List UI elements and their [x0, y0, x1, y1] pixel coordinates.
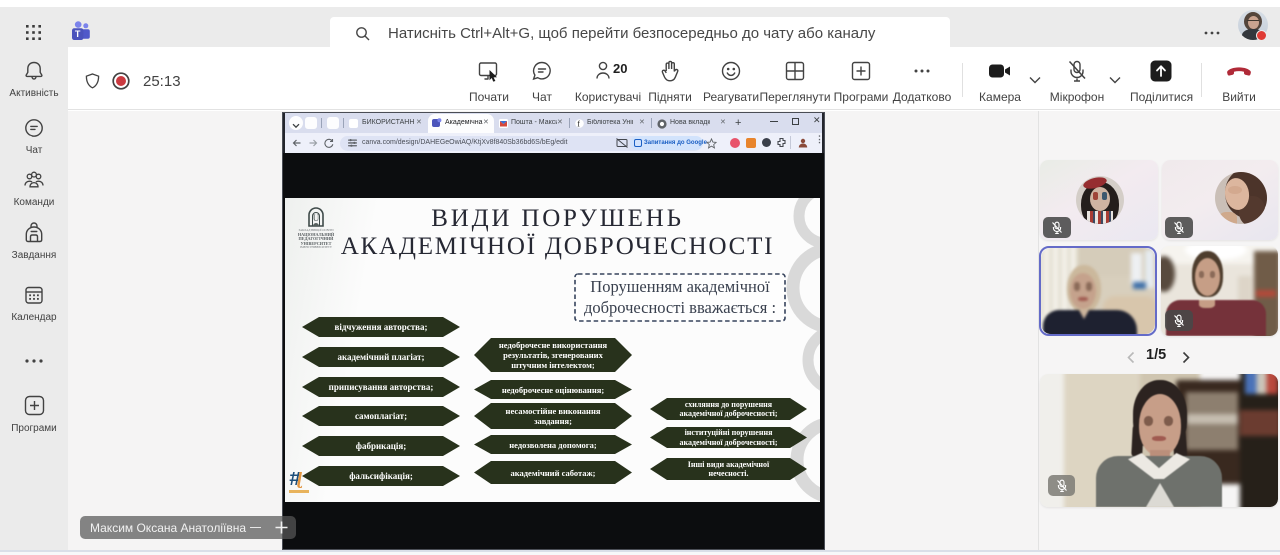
svg-text:f: f [577, 119, 580, 128]
svg-text:20: 20 [613, 61, 627, 76]
svg-text:T: T [75, 29, 81, 39]
